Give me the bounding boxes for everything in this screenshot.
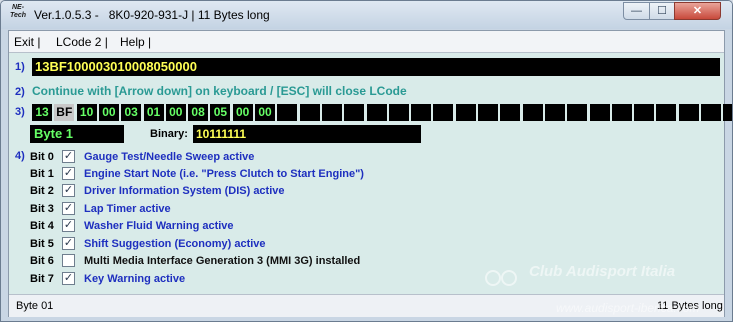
byte-cell[interactable] bbox=[321, 104, 342, 121]
byte-cell[interactable]: 00 bbox=[255, 104, 275, 121]
menu-exit[interactable]: Exit | bbox=[14, 35, 40, 49]
bit-row-2: Bit 2 ✓ Driver Information System (DIS) … bbox=[9, 183, 724, 200]
watermark-text: Club Audisport Italia bbox=[529, 263, 676, 280]
byte-cell[interactable] bbox=[544, 104, 565, 121]
bit-checkbox[interactable]: ✓ bbox=[62, 219, 75, 232]
byte-cell[interactable] bbox=[411, 104, 432, 121]
bit-row-4: Bit 4 ✓ Washer Fluid Warning active bbox=[9, 218, 724, 235]
byte-cell[interactable]: 00 bbox=[165, 104, 186, 121]
byte-cell[interactable] bbox=[701, 104, 721, 121]
bit-label: Bit 7 bbox=[30, 273, 54, 285]
app-logo: NE-Tech bbox=[9, 4, 27, 19]
bit-checkbox[interactable] bbox=[62, 254, 75, 267]
status-byte-index: Byte 01 bbox=[16, 300, 54, 312]
byte-cell[interactable]: 10 bbox=[76, 104, 97, 121]
bit-description: Lap Timer active bbox=[84, 203, 171, 215]
bit-description: Engine Start Note (i.e. "Press Clutch to… bbox=[84, 168, 364, 180]
binary-caption: Binary: bbox=[150, 128, 188, 140]
bit-checkbox[interactable]: ✓ bbox=[62, 272, 75, 285]
bit-checkbox[interactable]: ✓ bbox=[62, 150, 75, 163]
watermark-rings-icon bbox=[485, 270, 517, 286]
instruction-text: Continue with [Arrow down] on keyboard /… bbox=[32, 84, 407, 98]
menu-lcode2[interactable]: LCode 2 | bbox=[56, 35, 108, 49]
step-1-label: 1) bbox=[15, 61, 25, 73]
watermark-url: www.audisport-iberica.com bbox=[556, 301, 700, 315]
close-button[interactable]: ✕ bbox=[674, 2, 721, 20]
byte-cell[interactable]: 00 bbox=[232, 104, 253, 121]
byte-cell[interactable]: 08 bbox=[188, 104, 209, 121]
maximize-button[interactable]: ☐ bbox=[649, 2, 675, 20]
window-title: Ver.1.0.5.3 - 8K0-920-931-J | 11 Bytes l… bbox=[34, 8, 270, 22]
bit-label: Bit 1 bbox=[30, 168, 54, 180]
byte-cell[interactable] bbox=[299, 104, 320, 121]
byte-cell[interactable] bbox=[500, 104, 521, 121]
minimize-button[interactable]: — bbox=[623, 2, 650, 20]
coding-string-field[interactable]: 13BF100003010008050000 bbox=[32, 58, 720, 76]
step-2-label: 2) bbox=[15, 86, 25, 98]
byte-cell[interactable] bbox=[433, 104, 454, 121]
bit-label: Bit 2 bbox=[30, 185, 54, 197]
bit-row-5: Bit 5 ✓ Shift Suggestion (Economy) activ… bbox=[9, 236, 724, 253]
byte-cell[interactable] bbox=[634, 104, 655, 121]
bit-description: Driver Information System (DIS) active bbox=[84, 185, 285, 197]
byte-cell[interactable]: BF bbox=[54, 104, 75, 121]
lcode-window: NE-Tech Ver.1.0.5.3 - 8K0-920-931-J | 11… bbox=[0, 0, 733, 322]
byte-cell[interactable] bbox=[656, 104, 677, 121]
bit-label: Bit 0 bbox=[30, 151, 54, 163]
binary-value: 10111111 bbox=[193, 125, 421, 143]
byte-cell[interactable] bbox=[344, 104, 365, 121]
byte-cell[interactable]: 03 bbox=[121, 104, 142, 121]
bit-checkbox[interactable]: ✓ bbox=[62, 237, 75, 250]
bit-checkbox[interactable]: ✓ bbox=[62, 184, 75, 197]
bit-label: Bit 3 bbox=[30, 203, 54, 215]
byte-cell[interactable]: 13 bbox=[32, 104, 52, 121]
bit-checkbox[interactable]: ✓ bbox=[62, 167, 75, 180]
bit-description: Gauge Test/Needle Sweep active bbox=[84, 151, 255, 163]
byte-cell[interactable] bbox=[388, 104, 409, 121]
menu-help[interactable]: Help | bbox=[120, 35, 151, 49]
byte-cell[interactable] bbox=[723, 104, 732, 121]
step-3-label: 3) bbox=[15, 106, 25, 118]
menu-bar: Exit | LCode 2 | Help | bbox=[9, 31, 724, 53]
title-bar[interactable]: NE-Tech Ver.1.0.5.3 - 8K0-920-931-J | 11… bbox=[1, 1, 732, 29]
bit-description: Washer Fluid Warning active bbox=[84, 220, 234, 232]
byte-cell[interactable] bbox=[478, 104, 498, 121]
bit-description: Shift Suggestion (Economy) active bbox=[84, 238, 266, 250]
byte-cell[interactable] bbox=[277, 104, 298, 121]
selected-byte-label: Byte 1 bbox=[30, 125, 124, 143]
byte-cell[interactable] bbox=[366, 104, 387, 121]
byte-cell[interactable]: 05 bbox=[210, 104, 231, 121]
bit-row-1: Bit 1 ✓ Engine Start Note (i.e. "Press C… bbox=[9, 166, 724, 183]
bit-label: Bit 6 bbox=[30, 255, 54, 267]
byte-cell[interactable] bbox=[455, 104, 476, 121]
byte-cell[interactable] bbox=[589, 104, 610, 121]
bit-label: Bit 4 bbox=[30, 220, 54, 232]
bit-label: Bit 5 bbox=[30, 238, 54, 250]
byte-cell[interactable]: 01 bbox=[143, 104, 164, 121]
byte-cell[interactable] bbox=[567, 104, 588, 121]
byte-cell[interactable] bbox=[678, 104, 699, 121]
bit-description: Multi Media Interface Generation 3 (MMI … bbox=[84, 255, 361, 267]
bit-row-3: Bit 3 ✓ Lap Timer active bbox=[9, 201, 724, 218]
byte-cell[interactable] bbox=[522, 104, 543, 121]
bit-description: Key Warning active bbox=[84, 273, 186, 285]
byte-cell[interactable]: 00 bbox=[98, 104, 119, 121]
bit-row-0: Bit 0 ✓ Gauge Test/Needle Sweep active bbox=[9, 149, 724, 166]
bit-checkbox[interactable]: ✓ bbox=[62, 202, 75, 215]
byte-cell[interactable] bbox=[611, 104, 632, 121]
